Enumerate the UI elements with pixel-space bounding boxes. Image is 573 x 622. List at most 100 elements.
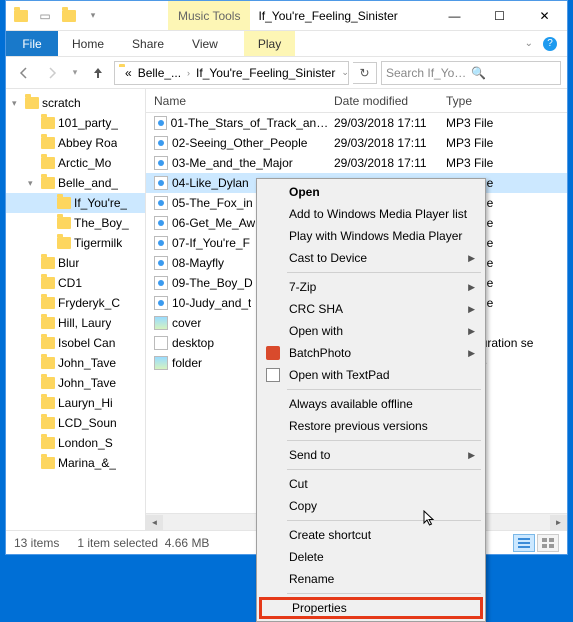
search-box[interactable]: Search If_You're_Feeling_Sinis... 🔍 xyxy=(381,61,561,85)
ribbon-expand-icon[interactable]: ⌄ xyxy=(525,38,533,49)
scroll-left-icon[interactable]: ◄ xyxy=(146,515,163,530)
menu-separator xyxy=(287,520,481,521)
address-dropdown-icon[interactable]: ⌄ xyxy=(341,67,349,78)
menu-item[interactable]: Always available offline xyxy=(259,393,483,415)
nav-item[interactable]: ▾scratch xyxy=(6,93,145,113)
file-name: 03-Me_and_the_Major xyxy=(172,156,293,170)
image-file-icon xyxy=(154,316,168,330)
file-menu[interactable]: File xyxy=(6,31,58,56)
status-selection: 1 item selected 4.66 MB xyxy=(77,536,209,550)
back-button[interactable] xyxy=(12,61,36,85)
nav-item[interactable]: Isobel Can xyxy=(6,333,145,353)
nav-item[interactable]: 101_party_ xyxy=(6,113,145,133)
menu-item[interactable]: Delete xyxy=(259,546,483,568)
nav-item[interactable]: Fryderyk_C xyxy=(6,293,145,313)
folder-icon xyxy=(25,97,39,109)
menu-item[interactable]: Open xyxy=(259,181,483,203)
address-bar[interactable]: « Belle_... › If_You're_Feeling_Sinister… xyxy=(114,61,349,85)
file-date: 29/03/2018 17:11 xyxy=(334,136,442,150)
menu-item[interactable]: Properties xyxy=(259,597,483,619)
menu-item[interactable]: Cast to Device▶ xyxy=(259,247,483,269)
file-row[interactable]: 03-Me_and_the_Major29/03/2018 17:11MP3 F… xyxy=(146,153,567,173)
address-bar-row: ▾ « Belle_... › If_You're_Feeling_Sinist… xyxy=(6,57,567,89)
qat-dropdown-icon[interactable]: ▾ xyxy=(82,5,104,27)
file-row[interactable]: 01-The_Stars_of_Track_and_Field29/03/201… xyxy=(146,113,567,133)
forward-button[interactable] xyxy=(40,61,64,85)
menu-item[interactable]: Open with TextPad xyxy=(259,364,483,386)
nav-item[interactable]: If_You're_ xyxy=(6,193,145,213)
navigation-pane[interactable]: ▾scratch101_party_Abbey RoaArctic_Mo▾Bel… xyxy=(6,89,146,530)
menu-separator xyxy=(287,389,481,390)
up-button[interactable] xyxy=(86,61,110,85)
nav-item-label: The_Boy_ xyxy=(74,216,129,230)
nav-item[interactable]: London_S xyxy=(6,433,145,453)
folder-icon xyxy=(41,357,55,369)
menu-item[interactable]: Send to▶ xyxy=(259,444,483,466)
menu-item[interactable]: CRC SHA▶ xyxy=(259,298,483,320)
menu-item[interactable]: Copy xyxy=(259,495,483,517)
audio-file-icon xyxy=(154,116,167,130)
qat-properties-icon[interactable]: ▭ xyxy=(34,5,56,27)
nav-item[interactable]: John_Tave xyxy=(6,373,145,393)
col-type[interactable]: Type xyxy=(442,89,567,112)
nav-item[interactable]: Blur xyxy=(6,253,145,273)
menu-item[interactable]: Rename xyxy=(259,568,483,590)
menu-item[interactable]: Add to Windows Media Player list xyxy=(259,203,483,225)
nav-item[interactable]: Hill, Laury xyxy=(6,313,145,333)
nav-item[interactable]: Arctic_Mo xyxy=(6,153,145,173)
crumb-2[interactable]: If_You're_Feeling_Sinister xyxy=(196,66,335,80)
text-file-icon xyxy=(154,336,168,350)
maximize-button[interactable]: ☐ xyxy=(477,1,522,30)
refresh-button[interactable]: ↻ xyxy=(353,62,377,84)
col-name[interactable]: Name xyxy=(146,89,334,112)
menu-item-label: Play with Windows Media Player xyxy=(289,229,462,243)
qat-newfolder-icon[interactable] xyxy=(58,5,80,27)
folder-icon xyxy=(41,157,55,169)
nav-item[interactable]: CD1 xyxy=(6,273,145,293)
nav-item[interactable]: The_Boy_ xyxy=(6,213,145,233)
nav-item[interactable]: Abbey Roa xyxy=(6,133,145,153)
column-headers[interactable]: Name Date modified Type xyxy=(146,89,567,113)
menu-item[interactable]: BatchPhoto▶ xyxy=(259,342,483,364)
help-icon[interactable]: ? xyxy=(543,37,557,51)
menu-item[interactable]: Create shortcut xyxy=(259,524,483,546)
details-view-button[interactable] xyxy=(513,534,535,552)
title-bar: ▭ ▾ Music Tools If_You're_Feeling_Sinist… xyxy=(6,1,567,31)
nav-item[interactable]: ▾Belle_and_ xyxy=(6,173,145,193)
nav-item[interactable]: Tigermilk xyxy=(6,233,145,253)
nav-item-label: Lauryn_Hi xyxy=(58,396,113,410)
menu-item[interactable]: 7-Zip▶ xyxy=(259,276,483,298)
tab-play[interactable]: Play xyxy=(244,31,295,56)
menu-item[interactable]: Cut xyxy=(259,473,483,495)
tab-share[interactable]: Share xyxy=(118,31,178,56)
menu-item-label: Open xyxy=(289,185,320,199)
file-name: 02-Seeing_Other_People xyxy=(172,136,307,150)
folder-icon xyxy=(41,137,55,149)
nav-item-label: John_Tave xyxy=(58,376,116,390)
tab-view[interactable]: View xyxy=(178,31,232,56)
large-icons-view-button[interactable] xyxy=(537,534,559,552)
menu-item[interactable]: Restore previous versions xyxy=(259,415,483,437)
submenu-arrow-icon: ▶ xyxy=(468,348,475,359)
nav-item[interactable]: Lauryn_Hi xyxy=(6,393,145,413)
minimize-button[interactable]: — xyxy=(432,1,477,30)
crumb-1[interactable]: Belle_... xyxy=(138,66,181,80)
image-file-icon xyxy=(154,356,168,370)
batchphoto-icon xyxy=(265,345,281,361)
menu-item[interactable]: Open with▶ xyxy=(259,320,483,342)
recent-dropdown-icon[interactable]: ▾ xyxy=(68,61,82,85)
audio-file-icon xyxy=(154,276,168,290)
nav-item[interactable]: Marina_&_ xyxy=(6,453,145,473)
file-row[interactable]: 02-Seeing_Other_People29/03/2018 17:11MP… xyxy=(146,133,567,153)
nav-item[interactable]: John_Tave xyxy=(6,353,145,373)
col-date[interactable]: Date modified xyxy=(334,89,442,112)
close-button[interactable]: ✕ xyxy=(522,1,567,30)
contextual-tab-music-tools[interactable]: Music Tools xyxy=(168,1,250,30)
nav-item-label: CD1 xyxy=(58,276,82,290)
scroll-right-icon[interactable]: ► xyxy=(550,515,567,530)
menu-item[interactable]: Play with Windows Media Player xyxy=(259,225,483,247)
tab-home[interactable]: Home xyxy=(58,31,118,56)
nav-item[interactable]: LCD_Soun xyxy=(6,413,145,433)
context-menu[interactable]: Open Add to Windows Media Player list Play… xyxy=(256,178,486,622)
chevron-right-icon: › xyxy=(187,68,190,78)
